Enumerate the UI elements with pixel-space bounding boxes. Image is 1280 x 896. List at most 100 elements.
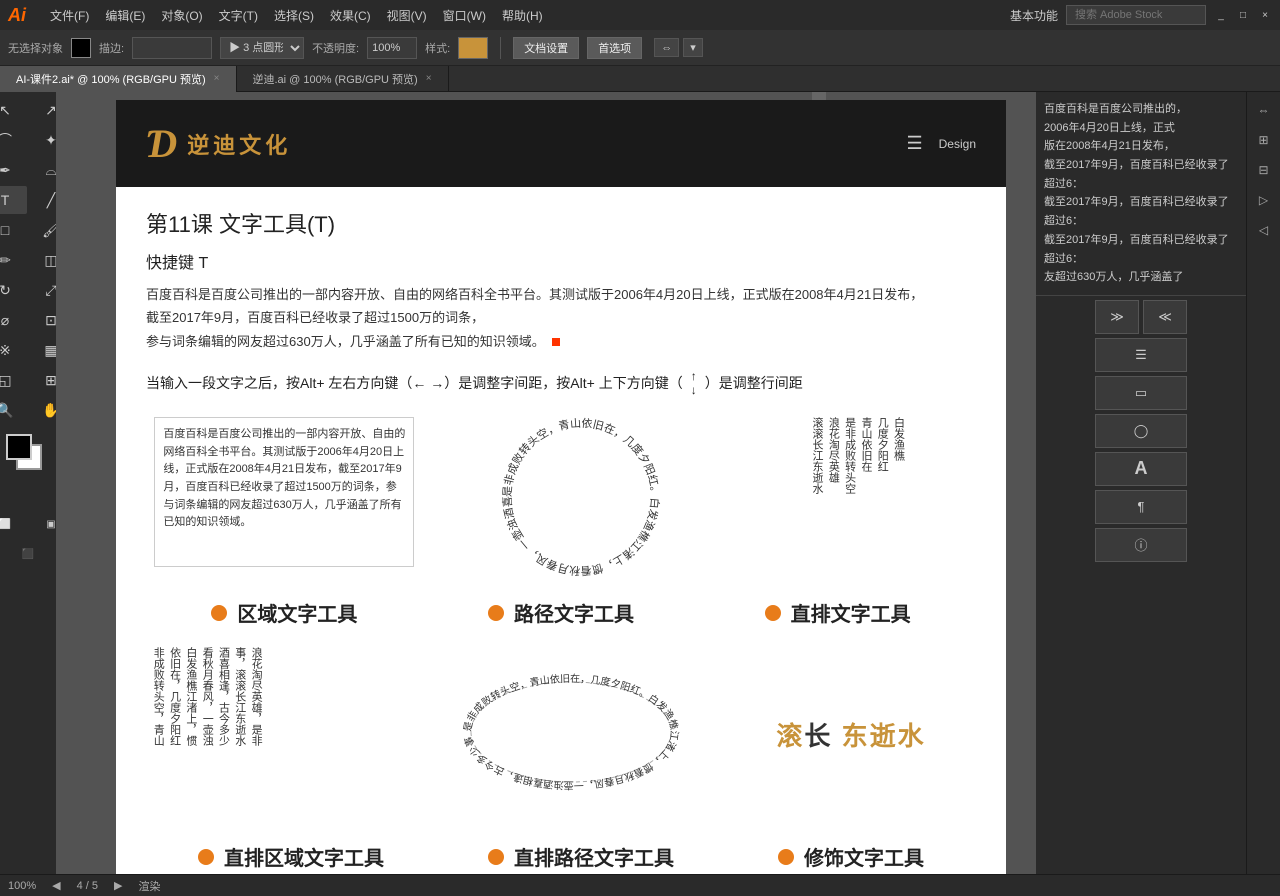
menu-text[interactable]: 文字(T) bbox=[219, 7, 258, 24]
vertical-area-example: 非成败转头空，青山 依旧在，几度夕阳红 白发渔樵江渚上，惯 看秋月春风，一壶浊 … bbox=[151, 647, 411, 822]
pencil-tool[interactable]: ✏ bbox=[0, 246, 27, 274]
dot-area-text bbox=[211, 605, 227, 621]
menu-view[interactable]: 视图(V) bbox=[387, 7, 427, 24]
close-tab-2-icon[interactable]: × bbox=[426, 73, 432, 84]
header-right: ☰ Design bbox=[907, 133, 977, 154]
va-col-2: 依旧在，几度夕阳红 bbox=[167, 647, 181, 822]
selection-tool[interactable]: ↖ bbox=[0, 96, 27, 124]
far-right-btn-5[interactable]: ◁ bbox=[1250, 216, 1278, 244]
tab-nidi[interactable]: 逆迪.ai @ 100% (RGB/GPU 预览) × bbox=[237, 66, 449, 92]
right-panel-text: 百度百科是百度公司推出的， 2006年4月20日上线，正式 版在2008年4月2… bbox=[1036, 92, 1246, 296]
close-tab-icon[interactable]: × bbox=[214, 73, 220, 84]
va-col-1: 非成败转头空，青山 bbox=[151, 647, 165, 822]
status-bar: 100% ◀ 4 / 5 ▶ 渲染 bbox=[0, 874, 1280, 896]
right-menu-btn[interactable]: ☰ bbox=[1095, 338, 1187, 372]
type-tool[interactable]: T bbox=[0, 186, 27, 214]
doc-header: Ɗ 逆迪文化 ☰ Design bbox=[116, 100, 1006, 187]
foreground-color-swatch[interactable] bbox=[6, 434, 32, 460]
basic-feature-label[interactable]: 基本功能 bbox=[1010, 7, 1058, 24]
description: 百度百科是百度公司推出的一部内容开放、自由的网络百科全书平台。其测试版于2006… bbox=[146, 283, 976, 353]
dot-path-vertical bbox=[488, 849, 504, 865]
decoration-label: 修饰文字工具 bbox=[778, 842, 924, 871]
far-right-btn-1[interactable]: ⇔ bbox=[1250, 96, 1278, 124]
opacity-label: 不透明度: bbox=[312, 40, 359, 56]
stroke-swatch[interactable] bbox=[71, 38, 91, 58]
canvas-area[interactable]: Ɗ 逆迪文化 ☰ Design 第11课 文字工具(T) 快捷键 T 百度百科是… bbox=[56, 92, 1036, 874]
right-text-content: 百度百科是百度公司推出的， 2006年4月20日上线，正式 版在2008年4月2… bbox=[1044, 100, 1238, 287]
vt-col-5: 几度夕阳红 bbox=[875, 417, 889, 582]
preferences-button[interactable]: 首选项 bbox=[587, 37, 642, 59]
right-circle-btn[interactable]: ◯ bbox=[1095, 414, 1187, 448]
symbol-tool[interactable]: ※ bbox=[0, 336, 27, 364]
lesson-title: 第11课 文字工具(T) bbox=[146, 207, 976, 239]
text-cursor-indicator bbox=[552, 338, 560, 346]
deco-char-1: 长 bbox=[804, 721, 832, 751]
far-right-btn-4[interactable]: ▷ bbox=[1250, 186, 1278, 214]
desc-line-2: 截至2017年9月，百度百科已经收录了超过1500万的词条， bbox=[146, 310, 484, 325]
page-nav-next[interactable]: ▶ bbox=[114, 879, 122, 892]
ellipse-path-svg: 是非成败转头空，青山依旧在，几度夕阳红。白发渔樵江渚上，惯看秋月春风，一壶浊酒喜… bbox=[441, 647, 701, 817]
dot-vertical-text bbox=[765, 605, 781, 621]
right-tool-row-1: ≫ ≪ bbox=[1095, 300, 1187, 334]
far-right-btn-3[interactable]: ⊟ bbox=[1250, 156, 1278, 184]
vertical-text-example: 滚滚长江东逝水 浪花淘尽英雄 是非成败转头空 青山依旧在 几度夕阳红 白发渔樵 bbox=[748, 417, 968, 582]
app-icon: Ai bbox=[8, 5, 26, 26]
vt-col-2: 浪花淘尽英雄 bbox=[826, 417, 840, 582]
area-text-content: 百度百科是百度公司推出的一部内容开放、自由的网络百科全书平台。其测试版于2006… bbox=[163, 428, 405, 528]
hamburger-menu-icon[interactable]: ☰ bbox=[907, 133, 923, 154]
rectangle-tool[interactable]: □ bbox=[0, 216, 27, 244]
right-para-btn[interactable]: ¶ bbox=[1095, 490, 1187, 524]
tab-ai-course[interactable]: AI-课件2.ai* @ 100% (RGB/GPU 预览) × bbox=[0, 66, 237, 92]
lasso-tool[interactable]: ⌒ bbox=[0, 126, 27, 154]
maximize-button[interactable]: □ bbox=[1236, 8, 1250, 22]
zoom-tool[interactable]: 🔍 bbox=[0, 396, 27, 424]
menu-window[interactable]: 窗口(W) bbox=[443, 7, 486, 24]
up-down-arrows: ↑ ↓ bbox=[691, 369, 697, 397]
menu-edit[interactable]: 编辑(E) bbox=[105, 7, 145, 24]
adobe-stock-search[interactable] bbox=[1066, 5, 1206, 25]
more-options-button[interactable]: ▾ bbox=[683, 38, 703, 57]
menu-help[interactable]: 帮助(H) bbox=[502, 7, 543, 24]
page-nav-prev[interactable]: ◀ bbox=[52, 879, 60, 892]
warp-tool[interactable]: ⌀ bbox=[0, 306, 27, 334]
dot-path-text bbox=[488, 605, 504, 621]
menu-effect[interactable]: 效果(C) bbox=[330, 7, 371, 24]
menu-object[interactable]: 对象(O) bbox=[161, 7, 202, 24]
pen-tool[interactable]: ✒ bbox=[0, 156, 27, 184]
path-text-label: 路径文字工具 bbox=[488, 598, 634, 627]
minimize-button[interactable]: _ bbox=[1214, 8, 1228, 22]
rotate-tool[interactable]: ↻ bbox=[0, 276, 27, 304]
vt-col-1: 滚滚长江东逝水 bbox=[810, 417, 824, 582]
vertical-text-label: 直排文字工具 bbox=[765, 598, 911, 627]
right-glyph-btn[interactable]: ⓘ bbox=[1095, 528, 1187, 562]
svg-text:是非成败转头空，青山依旧在，几度夕阳红。白发渔樵江渚上，惯看: 是非成败转头空，青山依旧在，几度夕阳红。白发渔樵江渚上，惯看秋月春风，一壶浊酒喜… bbox=[451, 417, 662, 577]
decoration-example: 滚长 东逝水 bbox=[731, 647, 971, 822]
right-rect-btn[interactable]: ▭ bbox=[1095, 376, 1187, 410]
point-shape-select[interactable]: ▶ 3 点圆形 bbox=[220, 37, 304, 59]
opacity-input[interactable] bbox=[367, 37, 417, 59]
gradient-tool[interactable]: ◱ bbox=[0, 366, 27, 394]
far-right-btn-2[interactable]: ⊞ bbox=[1250, 126, 1278, 154]
fill-none[interactable]: ⬜ bbox=[0, 510, 27, 538]
va-col-5: 酒喜相逢，古今多少 bbox=[216, 647, 230, 822]
right-collapse-btn[interactable]: ≪ bbox=[1143, 300, 1187, 334]
right-panel: 百度百科是百度公司推出的， 2006年4月20日上线，正式 版在2008年4月2… bbox=[1036, 92, 1246, 874]
dot-vertical-area bbox=[198, 849, 214, 865]
right-type-btn[interactable]: A bbox=[1095, 452, 1187, 486]
render-label: 渲染 bbox=[138, 878, 160, 894]
vt-col-3: 是非成败转头空 bbox=[842, 417, 856, 582]
align-button[interactable]: ⇔ bbox=[654, 38, 679, 57]
right-extra-tools: ≫ ≪ ☰ ▭ ◯ A ¶ ⓘ bbox=[1036, 296, 1246, 566]
doc-settings-button[interactable]: 文档设置 bbox=[513, 37, 579, 59]
path-vertical-label: 直排路径文字工具 bbox=[488, 842, 674, 871]
change-screen-mode[interactable]: ⬛ bbox=[6, 540, 50, 568]
menu-select[interactable]: 选择(S) bbox=[274, 7, 314, 24]
desc-line-1: 百度百科是百度公司推出的一部内容开放、自由的网络百科全书平台。其测试版于2006… bbox=[146, 287, 923, 302]
right-expand-btn[interactable]: ≫ bbox=[1095, 300, 1139, 334]
area-text-example: 百度百科是百度公司推出的一部内容开放、自由的网络百科全书平台。其测试版于2006… bbox=[154, 417, 414, 582]
menu-file[interactable]: 文件(F) bbox=[50, 7, 89, 24]
close-button[interactable]: × bbox=[1258, 8, 1272, 22]
tool-labels-row1: 区域文字工具 路径文字工具 直排文字工具 bbox=[146, 598, 976, 627]
examples-grid: 百度百科是百度公司推出的一部内容开放、自由的网络百科全书平台。其测试版于2006… bbox=[146, 417, 976, 582]
vt-col-6: 白发渔樵 bbox=[891, 417, 905, 582]
